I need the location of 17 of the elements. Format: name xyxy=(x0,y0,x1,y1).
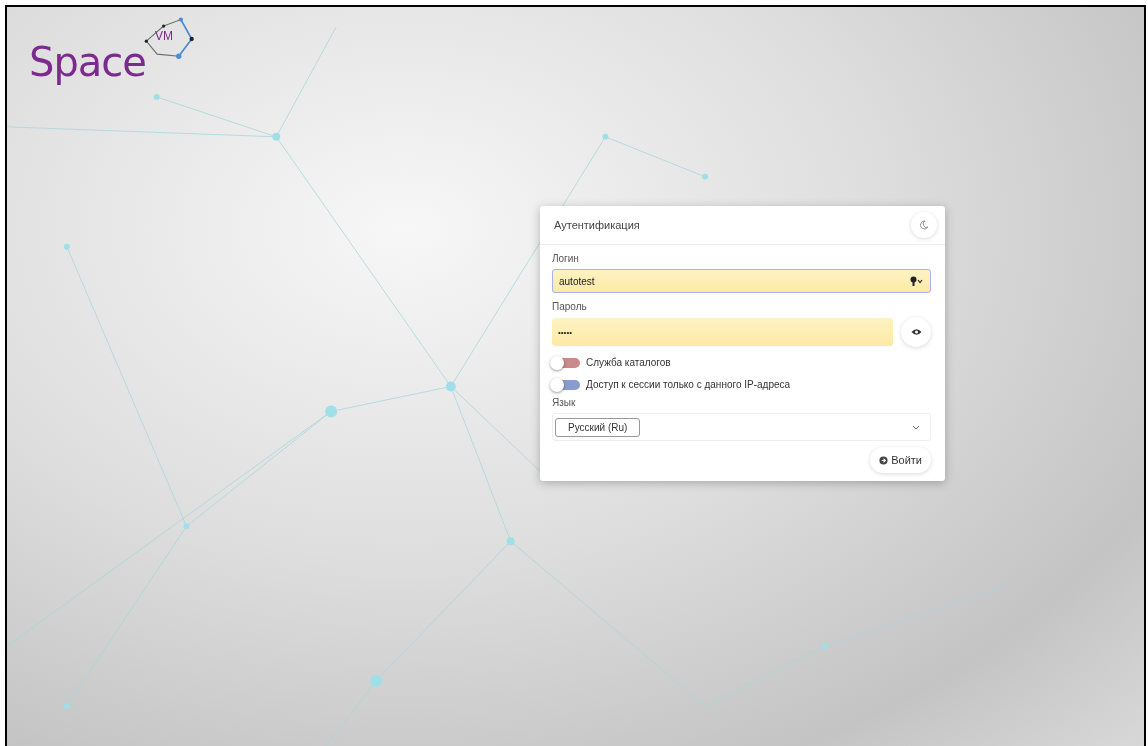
arrow-circle-icon xyxy=(879,455,889,465)
chevron-down-icon xyxy=(912,424,920,430)
field-label: Пароль xyxy=(552,301,588,312)
moon-icon[interactable] xyxy=(911,212,937,238)
toggle-switch[interactable] xyxy=(552,357,580,368)
toggle-switch[interactable] xyxy=(552,379,580,390)
card-title: Аутентификация xyxy=(554,219,640,231)
eye-icon[interactable] xyxy=(901,317,931,347)
password-field[interactable]: ••••• xyxy=(552,318,893,346)
toggle-label: Доступ к сессии только с данного IP-адреса xyxy=(586,379,791,390)
language-select[interactable]: Русский (Ru) xyxy=(552,413,931,441)
field-label: Логин xyxy=(552,253,580,264)
toggle-label: Служба каталогов xyxy=(586,357,671,368)
login-field[interactable]: autotest xyxy=(552,269,931,293)
field-label: Язык xyxy=(552,397,577,408)
key-icon xyxy=(910,276,924,286)
login-button[interactable]: Войти xyxy=(870,447,931,473)
